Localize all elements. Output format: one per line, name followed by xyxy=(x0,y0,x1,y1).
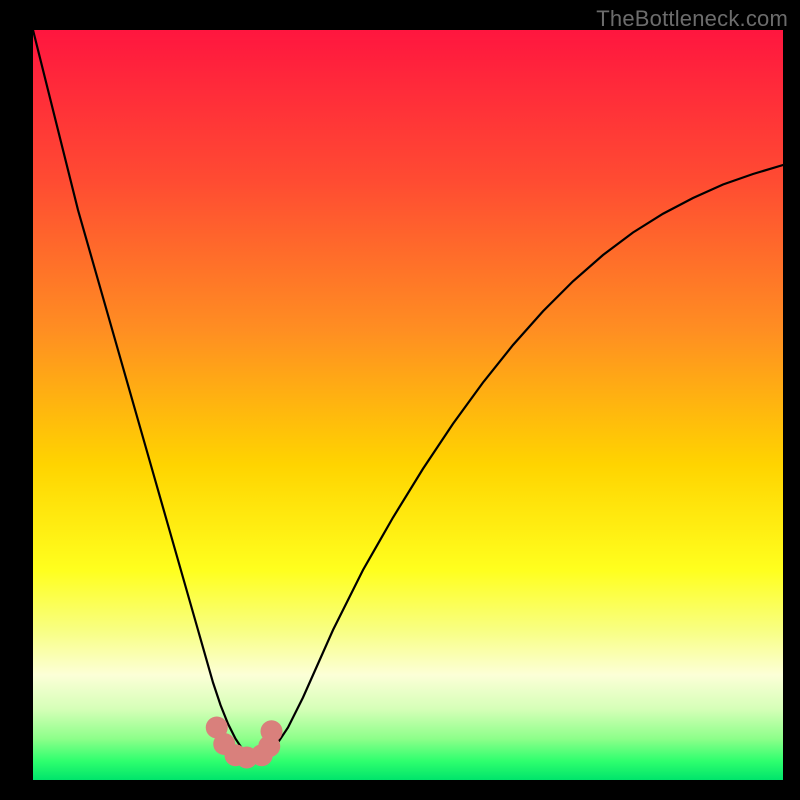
watermark-text: TheBottleneck.com xyxy=(596,6,788,32)
plot-area xyxy=(33,30,783,780)
marker-dot xyxy=(261,720,283,742)
gradient-background xyxy=(33,30,783,780)
outer-frame: TheBottleneck.com xyxy=(0,0,800,800)
chart-svg xyxy=(33,30,783,780)
